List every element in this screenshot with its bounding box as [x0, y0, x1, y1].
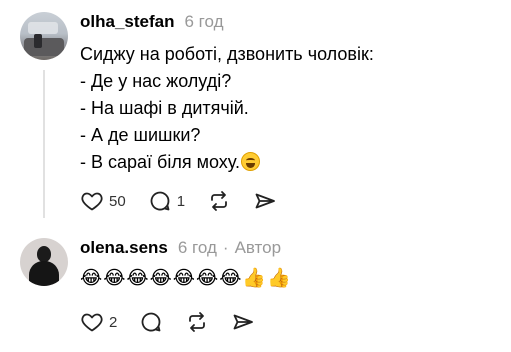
- post-text: 😂😂😂😂😂😂😂👍👍: [80, 268, 292, 289]
- author-badge: Автор: [234, 238, 282, 257]
- post-line: Сиджу на роботі, дзвонить чоловік:: [80, 44, 374, 64]
- share-icon: [233, 314, 254, 330]
- thread-post: olha_stefan 6 год Сиджу на роботі, дзвон…: [0, 0, 511, 232]
- reply-post: olena.sens 6 год · Автор 😂😂😂😂😂😂😂👍👍 2: [0, 232, 511, 352]
- heart-icon: [81, 313, 103, 332]
- post-line-last: - В сараї біля моху.: [80, 149, 374, 176]
- post-line: - А де шишки?: [80, 125, 201, 145]
- share-button[interactable]: [231, 310, 255, 334]
- username[interactable]: olha_stefan: [80, 12, 174, 32]
- repost-button[interactable]: [207, 189, 231, 213]
- rolling-laughing-emoji-icon: [240, 152, 260, 171]
- timestamp: 6 год: [177, 238, 217, 257]
- like-count: 50: [109, 192, 126, 210]
- avatar[interactable]: [20, 238, 68, 286]
- like-count: 2: [109, 313, 118, 331]
- reply-count: 1: [176, 192, 186, 210]
- comment-icon: [141, 312, 161, 332]
- reply-button[interactable]: 1: [148, 189, 185, 213]
- post-actions: 2: [80, 310, 277, 334]
- avatar[interactable]: [20, 12, 68, 60]
- post-actions: 50 1: [80, 189, 299, 213]
- reply-button[interactable]: [139, 310, 163, 334]
- post-line-text: - В сараї біля моху.: [80, 152, 240, 172]
- share-icon: [255, 193, 275, 209]
- like-button[interactable]: 50: [80, 189, 126, 213]
- like-button[interactable]: 2: [80, 310, 117, 334]
- repost-button[interactable]: [185, 310, 209, 334]
- post-text: Сиджу на роботі, дзвонить чоловік: - Де …: [80, 41, 374, 176]
- post-line: - Де у нас жолуді?: [80, 71, 232, 91]
- heart-icon: [81, 192, 103, 211]
- comment-icon: [150, 191, 170, 211]
- username[interactable]: olena.sens: [80, 238, 168, 258]
- timestamp: 6 год: [184, 12, 224, 31]
- separator-dot: ·: [222, 238, 229, 257]
- thread-line: [43, 70, 45, 218]
- post-header: olha_stefan 6 год: [80, 12, 224, 32]
- share-button[interactable]: [253, 189, 277, 213]
- repost-icon: [189, 312, 206, 332]
- repost-icon: [211, 191, 227, 211]
- post-header: olena.sens 6 год · Автор: [80, 238, 281, 258]
- post-line: - На шафі в дитячій.: [80, 98, 249, 118]
